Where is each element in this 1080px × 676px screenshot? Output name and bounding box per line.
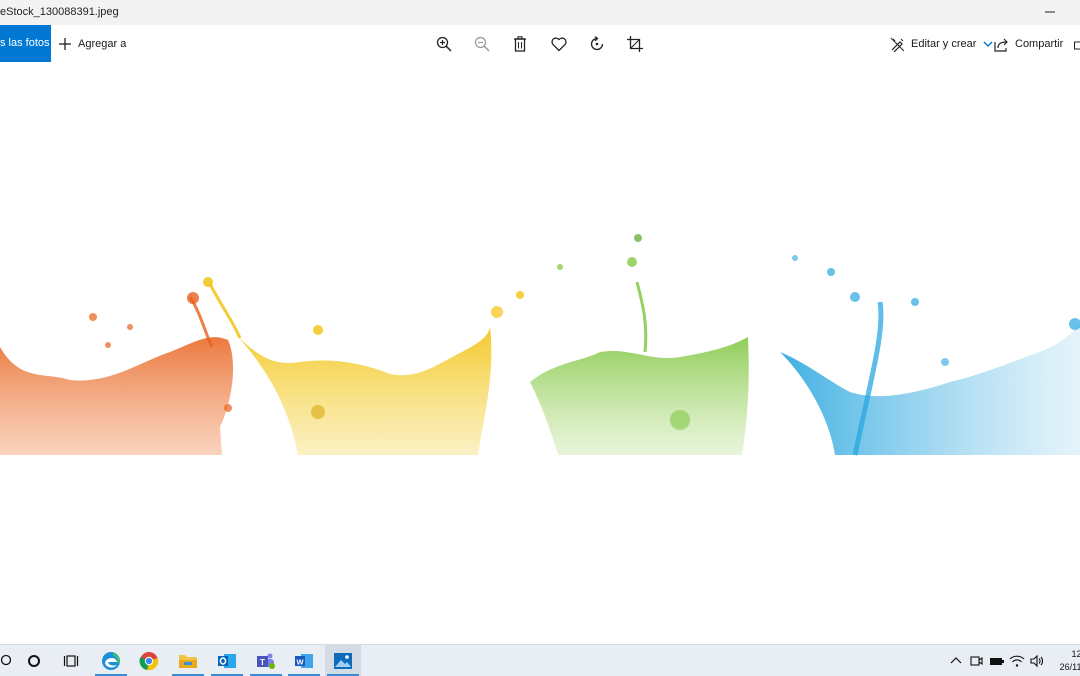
edit-create-label: Editar y crear bbox=[911, 38, 976, 50]
cortana-button[interactable] bbox=[16, 645, 52, 676]
plus-icon bbox=[58, 37, 72, 51]
share-icon bbox=[994, 37, 1009, 52]
toolbar: s las fotos Agregar a bbox=[0, 25, 1080, 62]
all-photos-label: s las fotos bbox=[0, 25, 50, 62]
crop-icon[interactable] bbox=[626, 35, 644, 53]
taskbar: T W 12:27 26/11/20 bbox=[0, 644, 1080, 676]
taskbar-word[interactable]: W bbox=[286, 645, 322, 676]
title-bar: eStock_130088391.jpeg bbox=[0, 0, 1080, 25]
all-photos-button[interactable]: s las fotos bbox=[0, 25, 51, 62]
taskbar-chrome[interactable] bbox=[131, 645, 167, 676]
minimize-icon[interactable] bbox=[1042, 3, 1058, 19]
teams-icon: T bbox=[256, 651, 276, 671]
svg-text:T: T bbox=[260, 658, 265, 667]
zoom-out-icon[interactable] bbox=[473, 35, 491, 53]
taskbar-outlook[interactable] bbox=[209, 645, 245, 676]
edge-icon bbox=[101, 651, 121, 671]
meet-now-icon[interactable] bbox=[969, 654, 983, 668]
add-to-label: Agregar a bbox=[78, 38, 126, 50]
battery-icon[interactable] bbox=[989, 654, 1005, 668]
volume-icon[interactable] bbox=[1029, 654, 1045, 668]
search-icon bbox=[0, 654, 11, 668]
delete-icon[interactable] bbox=[511, 35, 529, 53]
taskbar-teams[interactable]: T bbox=[248, 645, 284, 676]
orange-splash bbox=[0, 337, 233, 455]
blue-splash bbox=[780, 322, 1080, 455]
clock[interactable]: 12:27 26/11/20 bbox=[1060, 648, 1080, 674]
chrome-icon bbox=[139, 651, 159, 671]
svg-text:W: W bbox=[296, 657, 304, 666]
photo-canvas[interactable] bbox=[0, 62, 1080, 644]
yellow-splash bbox=[238, 327, 491, 455]
photos-icon bbox=[333, 652, 353, 670]
zoom-in-icon[interactable] bbox=[435, 35, 453, 53]
file-explorer-icon bbox=[178, 652, 198, 670]
add-to-button[interactable]: Agregar a bbox=[58, 33, 126, 55]
taskbar-photos[interactable] bbox=[325, 645, 361, 676]
taskbar-file-explorer[interactable] bbox=[170, 645, 206, 676]
task-view-icon bbox=[63, 654, 79, 668]
clock-date: 26/11/20 bbox=[1060, 661, 1080, 674]
outlook-icon bbox=[217, 651, 237, 671]
share-button[interactable]: Compartir bbox=[994, 33, 1063, 55]
edit-create-button[interactable]: Editar y crear bbox=[890, 33, 1001, 55]
edit-create-icon bbox=[890, 37, 905, 52]
green-splash bbox=[530, 337, 749, 455]
favorite-icon[interactable] bbox=[550, 35, 568, 53]
share-label: Compartir bbox=[1015, 38, 1063, 50]
word-icon: W bbox=[294, 651, 314, 671]
chevron-up-icon[interactable] bbox=[949, 654, 963, 668]
splash-photo bbox=[0, 62, 1080, 644]
taskbar-edge[interactable] bbox=[93, 645, 129, 676]
window-title: eStock_130088391.jpeg bbox=[0, 6, 119, 18]
clock-time: 12:27 bbox=[1060, 648, 1080, 661]
rotate-icon[interactable] bbox=[588, 35, 606, 53]
cortana-icon bbox=[27, 654, 41, 668]
more-icon[interactable] bbox=[1074, 41, 1080, 51]
system-tray bbox=[949, 645, 1045, 676]
task-view-button[interactable] bbox=[53, 645, 89, 676]
wifi-icon[interactable] bbox=[1009, 654, 1025, 668]
